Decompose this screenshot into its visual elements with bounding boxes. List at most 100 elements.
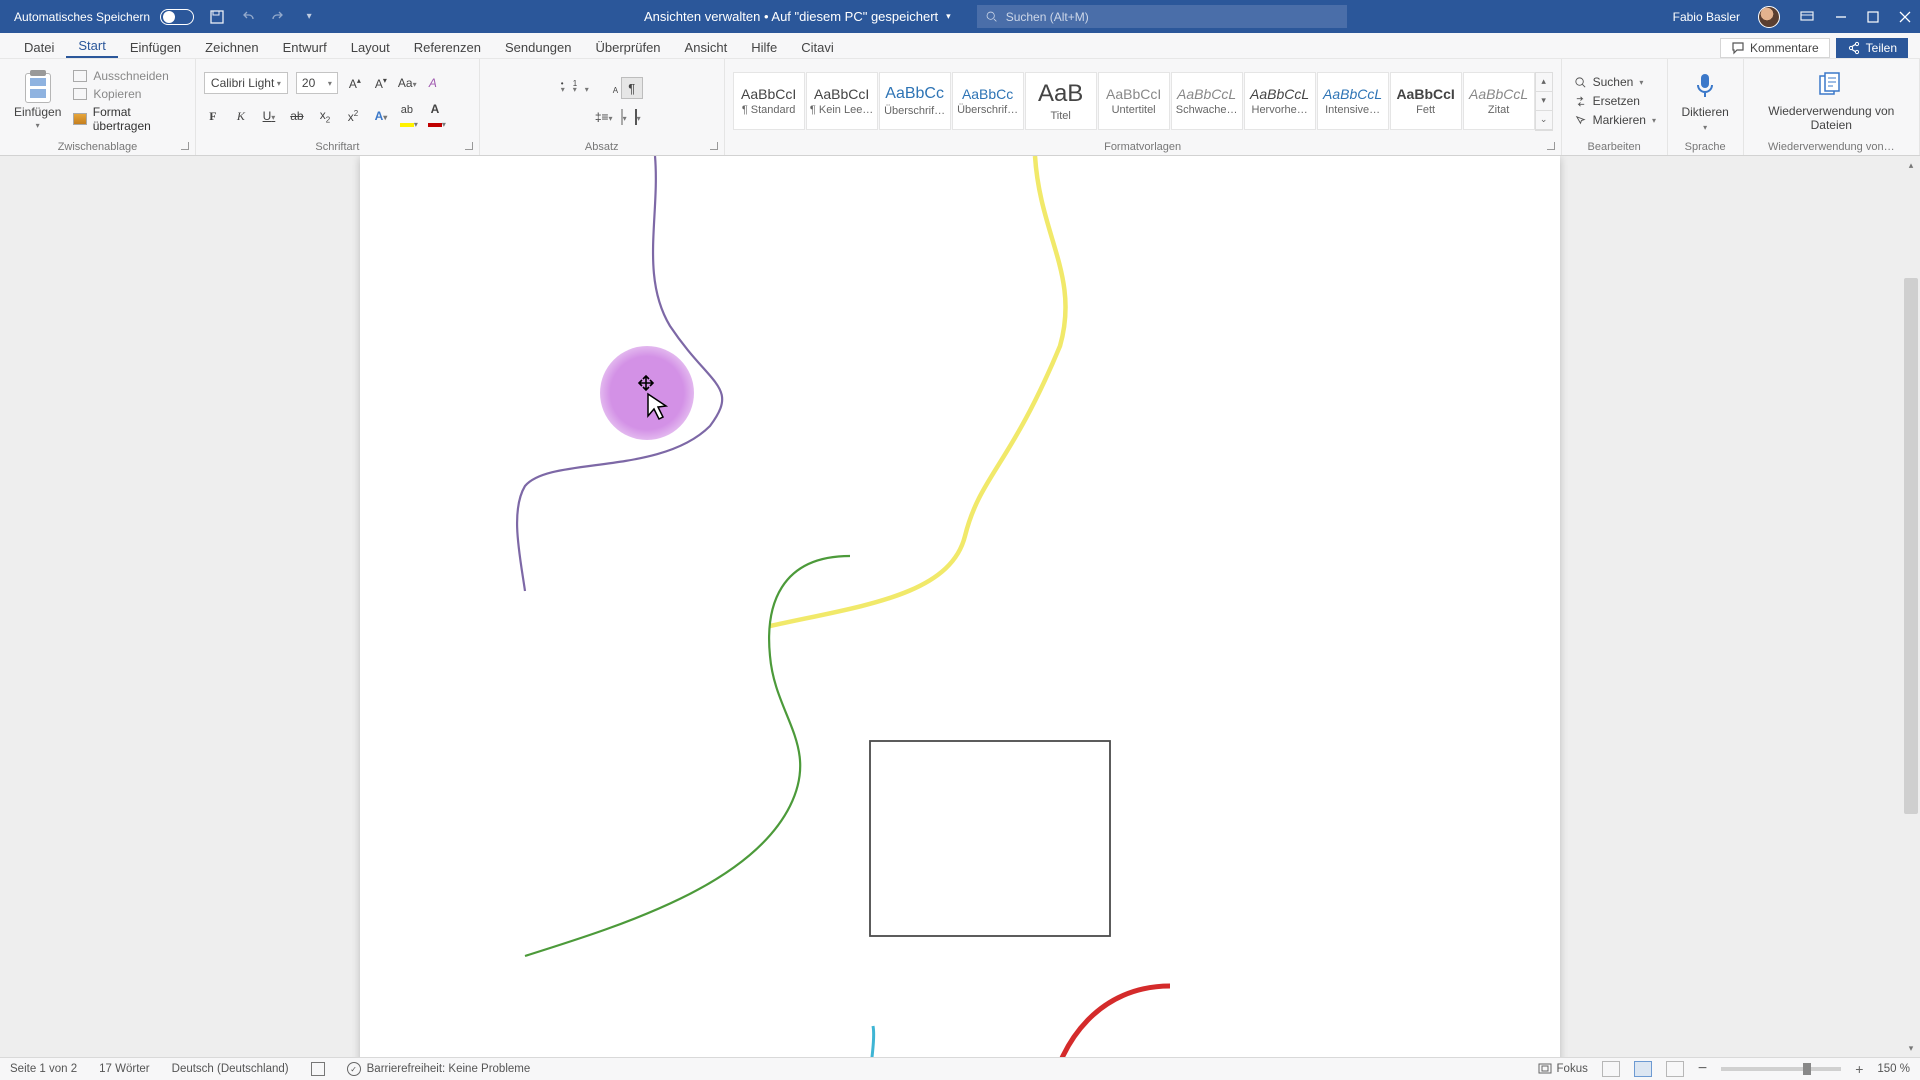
- superscript-button[interactable]: x2: [344, 109, 362, 124]
- documents-icon: [1816, 70, 1846, 100]
- tab-start[interactable]: Start: [66, 33, 117, 58]
- document-area[interactable]: [0, 156, 1920, 1057]
- style-chip[interactable]: AaBTitel: [1025, 72, 1097, 130]
- font-size-select[interactable]: 20▾: [296, 72, 338, 94]
- tab-zeichnen[interactable]: Zeichnen: [193, 35, 270, 58]
- shrink-font-button[interactable]: A▾: [372, 76, 390, 91]
- style-chip[interactable]: AaBbCcI¶ Kein Lee…: [806, 72, 878, 130]
- font-name-select[interactable]: Calibri Light▾: [204, 72, 288, 94]
- numbering-button[interactable]: ▾: [573, 81, 577, 95]
- vertical-scrollbar[interactable]: ▴ ▾: [1902, 156, 1920, 1057]
- italic-button[interactable]: K: [232, 109, 250, 124]
- print-layout-button[interactable]: [1634, 1061, 1652, 1077]
- tab-hilfe[interactable]: Hilfe: [739, 35, 789, 58]
- style-chip[interactable]: AaBbCcIUntertitel: [1098, 72, 1170, 130]
- tab-referenzen[interactable]: Referenzen: [402, 35, 493, 58]
- zoom-out-button[interactable]: −: [1698, 1060, 1707, 1078]
- doc-title[interactable]: Ansichten verwalten • Auf "diesem PC" ge…: [644, 9, 951, 24]
- strikethrough-button[interactable]: ab: [288, 109, 306, 123]
- group-paragraph: ▾ ▾ ▾ ¶ ‡≡▾ ▾ ▾ Absatz: [480, 59, 725, 155]
- tab-citavi[interactable]: Citavi: [789, 35, 846, 58]
- style-chip[interactable]: AaBbCcLIntensive…: [1317, 72, 1389, 130]
- tab-sendungen[interactable]: Sendungen: [493, 35, 584, 58]
- focus-mode-button[interactable]: Fokus: [1538, 1063, 1588, 1075]
- tab-ueberpruefen[interactable]: Überprüfen: [584, 35, 673, 58]
- tab-datei[interactable]: Datei: [12, 35, 66, 58]
- ribbon-display-icon[interactable]: [1798, 8, 1816, 26]
- select-button[interactable]: Markieren▾: [1574, 113, 1656, 127]
- style-chip[interactable]: AaBbCcI¶ Standard: [733, 72, 805, 130]
- paste-button[interactable]: Einfügen ▾: [8, 71, 67, 132]
- text-predictions-icon[interactable]: [311, 1062, 325, 1076]
- maximize-button[interactable]: [1866, 10, 1880, 24]
- reuse-files-button[interactable]: Wiederverwendung von Dateien: [1756, 68, 1906, 134]
- dictate-button[interactable]: Diktieren▾: [1671, 69, 1738, 134]
- search-input[interactable]: Suchen (Alt+M): [977, 5, 1347, 28]
- underline-button[interactable]: U▾: [260, 109, 278, 123]
- highlight-button[interactable]: ab▾: [400, 102, 418, 130]
- bullets-button[interactable]: ▾: [561, 81, 565, 95]
- redo-icon[interactable]: [268, 8, 286, 26]
- avatar[interactable]: [1758, 6, 1780, 28]
- accessibility-status[interactable]: ✓Barrierefreiheit: Keine Probleme: [347, 1062, 531, 1076]
- qa-dropdown-icon[interactable]: ▾: [300, 8, 318, 26]
- group-clipboard: Einfügen ▾ Ausschneiden Kopieren Format …: [0, 59, 196, 155]
- scroll-thumb[interactable]: [1904, 278, 1918, 814]
- close-button[interactable]: [1898, 10, 1912, 24]
- tab-layout[interactable]: Layout: [339, 35, 402, 58]
- microphone-icon: [1690, 71, 1720, 101]
- cut-button: Ausschneiden: [73, 69, 187, 83]
- grow-font-button[interactable]: A▴: [346, 76, 364, 91]
- auto-save-toggle[interactable]: Automatisches Speichern: [14, 9, 194, 25]
- styles-scroll[interactable]: ▴▾⌄: [1535, 72, 1553, 131]
- styles-gallery[interactable]: AaBbCcI¶ StandardAaBbCcI¶ Kein Lee…AaBbC…: [733, 72, 1535, 130]
- title-bar: Automatisches Speichern ▾ Ansichten verw…: [0, 0, 1920, 33]
- replace-button[interactable]: Ersetzen: [1574, 94, 1656, 108]
- text-effects-button[interactable]: A▾: [372, 109, 390, 123]
- format-painter-button[interactable]: Format übertragen: [73, 105, 187, 133]
- scroll-track[interactable]: [1902, 174, 1920, 1039]
- bold-button[interactable]: F: [204, 109, 222, 124]
- multilevel-button[interactable]: ▾: [585, 81, 589, 95]
- show-marks-button[interactable]: ¶: [621, 77, 643, 99]
- tab-einfuegen[interactable]: Einfügen: [118, 35, 193, 58]
- style-chip[interactable]: AaBbCcLHervorhe…: [1244, 72, 1316, 130]
- clear-formatting-button[interactable]: A: [424, 76, 442, 90]
- style-chip[interactable]: AaBbCcIFett: [1390, 72, 1462, 130]
- page-indicator[interactable]: Seite 1 von 2: [10, 1063, 77, 1075]
- group-dictate: Diktieren▾ Sprache: [1668, 59, 1744, 155]
- scissors-icon: [73, 70, 87, 82]
- zoom-level[interactable]: 150 %: [1877, 1063, 1910, 1075]
- auto-save-label: Automatisches Speichern: [14, 10, 150, 24]
- share-button[interactable]: Teilen: [1836, 38, 1908, 58]
- zoom-in-button[interactable]: +: [1855, 1061, 1863, 1077]
- word-count[interactable]: 17 Wörter: [99, 1063, 150, 1075]
- line-spacing-button[interactable]: ‡≡▾: [595, 110, 613, 124]
- comments-button[interactable]: Kommentare: [1720, 38, 1830, 58]
- read-mode-button[interactable]: [1602, 1061, 1620, 1077]
- zoom-slider[interactable]: [1721, 1067, 1841, 1071]
- style-chip[interactable]: AaBbCcÜberschrif…: [879, 72, 951, 130]
- find-button[interactable]: Suchen▾: [1574, 75, 1656, 89]
- tab-ansicht[interactable]: Ansicht: [673, 35, 740, 58]
- change-case-button[interactable]: Aa▾: [398, 76, 416, 90]
- group-label-styles: Formatvorlagen: [733, 139, 1553, 155]
- style-chip[interactable]: AaBbCcLSchwache…: [1171, 72, 1243, 130]
- font-color-button[interactable]: A▾: [428, 102, 446, 130]
- web-layout-button[interactable]: [1666, 1061, 1684, 1077]
- save-icon[interactable]: [208, 8, 226, 26]
- minimize-button[interactable]: [1834, 10, 1848, 24]
- scroll-up-button[interactable]: ▴: [1902, 156, 1920, 174]
- language-indicator[interactable]: Deutsch (Deutschland): [172, 1063, 289, 1075]
- undo-icon[interactable]: [240, 8, 258, 26]
- borders-button[interactable]: ▾: [635, 110, 641, 124]
- shading-button[interactable]: ▾: [621, 110, 627, 124]
- tab-entwurf[interactable]: Entwurf: [271, 35, 339, 58]
- user-name[interactable]: Fabio Basler: [1673, 10, 1740, 24]
- style-chip[interactable]: AaBbCcÜberschrif…: [952, 72, 1024, 130]
- style-chip[interactable]: AaBbCcLZitat: [1463, 72, 1535, 130]
- group-editing: Suchen▾ Ersetzen Markieren▾ Bearbeiten: [1562, 59, 1668, 155]
- subscript-button[interactable]: x2: [316, 108, 334, 124]
- scroll-down-button[interactable]: ▾: [1902, 1039, 1920, 1057]
- page[interactable]: [360, 156, 1560, 1057]
